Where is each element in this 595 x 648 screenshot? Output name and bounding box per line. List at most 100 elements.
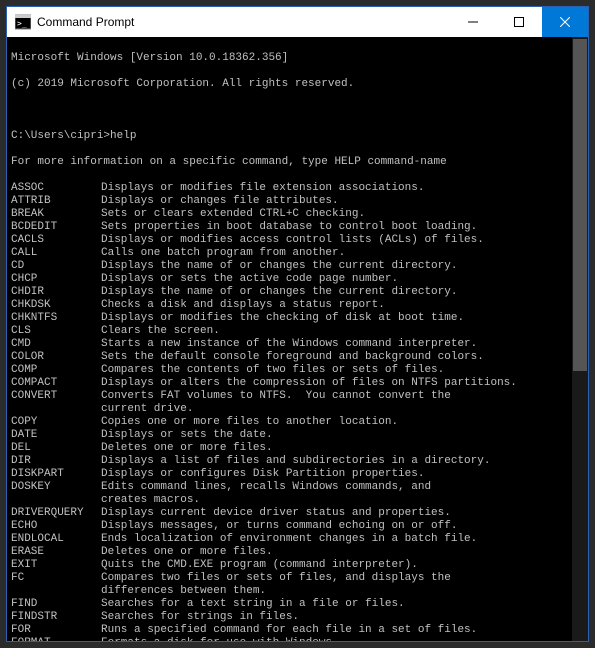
command-name: ATTRIB xyxy=(11,195,101,208)
command-name: COPY xyxy=(11,416,101,429)
command-row: ASSOCDisplays or modifies file extension… xyxy=(11,182,584,195)
command-desc: Displays or configures Disk Partition pr… xyxy=(101,468,584,481)
command-desc: Checks a disk and displays a status repo… xyxy=(101,299,584,312)
command-row: CHKDSKChecks a disk and displays a statu… xyxy=(11,299,584,312)
command-desc: Edits command lines, recalls Windows com… xyxy=(101,481,584,494)
command-row: DOSKEYEdits command lines, recalls Windo… xyxy=(11,481,584,494)
command-name: BREAK xyxy=(11,208,101,221)
command-desc: Ends localization of environment changes… xyxy=(101,533,584,546)
command-row: BREAKSets or clears extended CTRL+C chec… xyxy=(11,208,584,221)
command-row: CHKNTFSDisplays or modifies the checking… xyxy=(11,312,584,325)
command-row: FORMATFormats a disk for use with Window… xyxy=(11,637,584,641)
prompt-path: C:\Users\cipri> xyxy=(11,130,110,142)
command-name: DOSKEY xyxy=(11,481,101,494)
command-desc: Sets the default console foreground and … xyxy=(101,351,584,364)
command-row: DATEDisplays or sets the date. xyxy=(11,429,584,442)
app-icon: >_ xyxy=(15,14,31,30)
command-row: FORRuns a specified command for each fil… xyxy=(11,624,584,637)
command-name: CMD xyxy=(11,338,101,351)
command-desc: Displays or sets the date. xyxy=(101,429,584,442)
command-desc: Deletes one or more files. xyxy=(101,442,584,455)
command-name: FORMAT xyxy=(11,637,101,641)
command-row: DELDeletes one or more files. xyxy=(11,442,584,455)
command-name: CALL xyxy=(11,247,101,260)
command-row: ATTRIBDisplays or changes file attribute… xyxy=(11,195,584,208)
command-name: ENDLOCAL xyxy=(11,533,101,546)
command-name: COMP xyxy=(11,364,101,377)
command-desc-cont: current drive. xyxy=(11,403,584,416)
command-name: CONVERT xyxy=(11,390,101,403)
os-version: Microsoft Windows [Version 10.0.18362.35… xyxy=(11,52,584,65)
command-row: CLSClears the screen. xyxy=(11,325,584,338)
command-desc: Clears the screen. xyxy=(101,325,584,338)
command-row: CHCPDisplays or sets the active code pag… xyxy=(11,273,584,286)
command-row: COLORSets the default console foreground… xyxy=(11,351,584,364)
command-desc-cont: creates macros. xyxy=(11,494,584,507)
command-name: CD xyxy=(11,260,101,273)
command-name: DIR xyxy=(11,455,101,468)
command-row: DISKPARTDisplays or configures Disk Part… xyxy=(11,468,584,481)
command-row: BCDEDITSets properties in boot database … xyxy=(11,221,584,234)
command-desc: Calls one batch program from another. xyxy=(101,247,584,260)
command-desc: Displays the name of or changes the curr… xyxy=(101,286,584,299)
copyright: (c) 2019 Microsoft Corporation. All righ… xyxy=(11,78,584,91)
minimize-button[interactable] xyxy=(450,7,496,37)
command-name: CHDIR xyxy=(11,286,101,299)
scrollbar-thumb[interactable] xyxy=(573,39,587,371)
prompt-command: help xyxy=(110,130,136,142)
command-name: CHKNTFS xyxy=(11,312,101,325)
command-desc: Displays a list of files and subdirector… xyxy=(101,455,584,468)
command-desc: Searches for a text string in a file or … xyxy=(101,598,584,611)
command-list: ASSOCDisplays or modifies file extension… xyxy=(11,182,584,641)
command-name: ERASE xyxy=(11,546,101,559)
command-name: BCDEDIT xyxy=(11,221,101,234)
command-row: COPYCopies one or more files to another … xyxy=(11,416,584,429)
command-row: FINDSTRSearches for strings in files. xyxy=(11,611,584,624)
command-name: CHKDSK xyxy=(11,299,101,312)
command-row: CHDIRDisplays the name of or changes the… xyxy=(11,286,584,299)
command-row: COMPCompares the contents of two files o… xyxy=(11,364,584,377)
command-desc: Displays or sets the active code page nu… xyxy=(101,273,584,286)
command-name: FINDSTR xyxy=(11,611,101,624)
command-row: EXITQuits the CMD.EXE program (command i… xyxy=(11,559,584,572)
command-desc: Displays or modifies file extension asso… xyxy=(101,182,584,195)
maximize-button[interactable] xyxy=(496,7,542,37)
terminal-output[interactable]: Microsoft Windows [Version 10.0.18362.35… xyxy=(7,37,588,641)
command-name: ECHO xyxy=(11,520,101,533)
command-desc: Displays or modifies the checking of dis… xyxy=(101,312,584,325)
close-button[interactable] xyxy=(542,7,588,37)
command-desc: Starts a new instance of the Windows com… xyxy=(101,338,584,351)
command-desc: Compares the contents of two files or se… xyxy=(101,364,584,377)
command-name: ASSOC xyxy=(11,182,101,195)
command-desc: Displays messages, or turns command echo… xyxy=(101,520,584,533)
command-row: CACLSDisplays or modifies access control… xyxy=(11,234,584,247)
command-desc: Formats a disk for use with Windows. xyxy=(101,637,584,641)
titlebar[interactable]: >_ Command Prompt xyxy=(7,7,588,37)
command-desc: Sets or clears extended CTRL+C checking. xyxy=(101,208,584,221)
command-desc: Compares two files or sets of files, and… xyxy=(101,572,584,585)
command-row: DIRDisplays a list of files and subdirec… xyxy=(11,455,584,468)
command-row: CDDisplays the name of or changes the cu… xyxy=(11,260,584,273)
command-row: ECHODisplays messages, or turns command … xyxy=(11,520,584,533)
command-name: DEL xyxy=(11,442,101,455)
svg-text:>_: >_ xyxy=(17,19,27,28)
command-name: DATE xyxy=(11,429,101,442)
command-name: FIND xyxy=(11,598,101,611)
command-name: CACLS xyxy=(11,234,101,247)
command-name: COLOR xyxy=(11,351,101,364)
command-name: CLS xyxy=(11,325,101,338)
command-desc: Copies one or more files to another loca… xyxy=(101,416,584,429)
command-name: CHCP xyxy=(11,273,101,286)
command-desc-cont: differences between them. xyxy=(11,585,584,598)
command-row: ERASEDeletes one or more files. xyxy=(11,546,584,559)
command-row: CALLCalls one batch program from another… xyxy=(11,247,584,260)
command-row: COMPACTDisplays or alters the compressio… xyxy=(11,377,584,390)
window-title: Command Prompt xyxy=(37,15,450,29)
command-desc: Displays or changes file attributes. xyxy=(101,195,584,208)
scrollbar[interactable] xyxy=(572,37,588,641)
command-row: CMDStarts a new instance of the Windows … xyxy=(11,338,584,351)
command-desc: Deletes one or more files. xyxy=(101,546,584,559)
window-controls xyxy=(450,7,588,37)
command-row: DRIVERQUERYDisplays current device drive… xyxy=(11,507,584,520)
command-desc: Quits the CMD.EXE program (command inter… xyxy=(101,559,584,572)
